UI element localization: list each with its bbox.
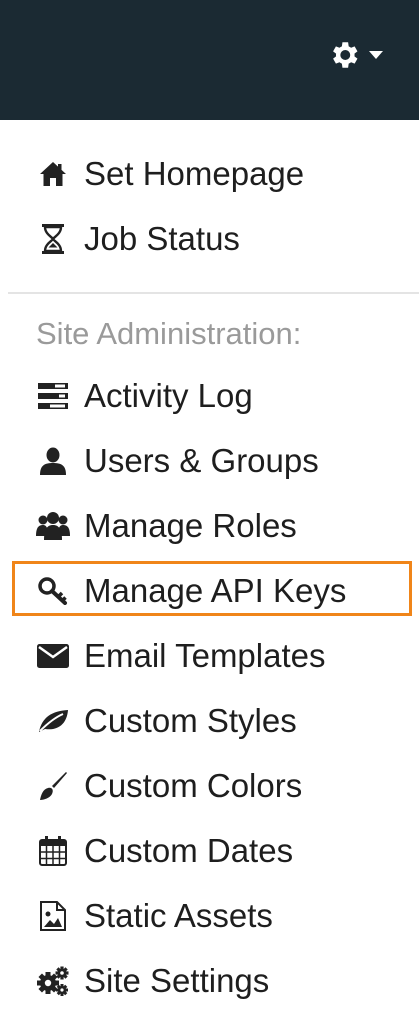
menu-item-custom-styles[interactable]: Custom Styles (36, 699, 297, 743)
gear-icon (327, 38, 361, 72)
hourglass-icon (36, 222, 70, 256)
menu-item-label: Custom Colors (84, 767, 303, 804)
section-header-site-administration: Site Administration: (36, 316, 302, 351)
settings-dropdown-toggle[interactable] (327, 38, 383, 72)
menu-item-custom-dates[interactable]: Custom Dates (36, 829, 293, 873)
envelope-icon (36, 639, 70, 673)
settings-dropdown-menu: Set Homepage Job Status Site Administrat… (8, 120, 419, 1021)
menu-item-manage-api-keys[interactable]: Manage API Keys (36, 569, 346, 613)
calendar-icon (36, 834, 70, 868)
menu-item-label: Set Homepage (84, 155, 305, 192)
menu-item-label: Manage API Keys (84, 572, 347, 609)
menu-item-label: Custom Styles (84, 702, 297, 739)
home-icon (36, 157, 70, 191)
paint-brush-icon (36, 769, 70, 803)
menu-item-label: Manage Roles (84, 507, 297, 544)
menu-item-activity-log[interactable]: Activity Log (36, 374, 253, 418)
menu-item-label: Job Status (84, 220, 240, 257)
menu-item-custom-colors[interactable]: Custom Colors (36, 764, 302, 808)
users-icon (36, 509, 70, 543)
menu-item-label: Users & Groups (84, 442, 319, 479)
top-navbar (0, 0, 419, 120)
menu-item-set-homepage[interactable]: Set Homepage (36, 152, 304, 196)
tasks-icon (36, 379, 70, 413)
menu-item-site-settings[interactable]: Site Settings (36, 959, 269, 1003)
menu-item-manage-roles[interactable]: Manage Roles (36, 504, 297, 548)
menu-item-users-groups[interactable]: Users & Groups (36, 439, 319, 483)
menu-divider (8, 292, 419, 294)
menu-item-label: Static Assets (84, 897, 273, 934)
user-icon (36, 444, 70, 478)
menu-item-label: Custom Dates (84, 832, 294, 869)
menu-item-email-templates[interactable]: Email Templates (36, 634, 326, 678)
menu-item-label: Activity Log (84, 377, 253, 414)
menu-item-label: Email Templates (84, 637, 326, 674)
menu-item-label: Site Settings (84, 962, 270, 999)
image-file-icon (36, 899, 70, 933)
key-icon (36, 574, 70, 608)
cogs-icon (36, 964, 70, 998)
caret-down-icon (369, 50, 383, 60)
menu-item-static-assets[interactable]: Static Assets (36, 894, 273, 938)
leaf-icon (36, 704, 70, 738)
menu-item-job-status[interactable]: Job Status (36, 217, 240, 261)
